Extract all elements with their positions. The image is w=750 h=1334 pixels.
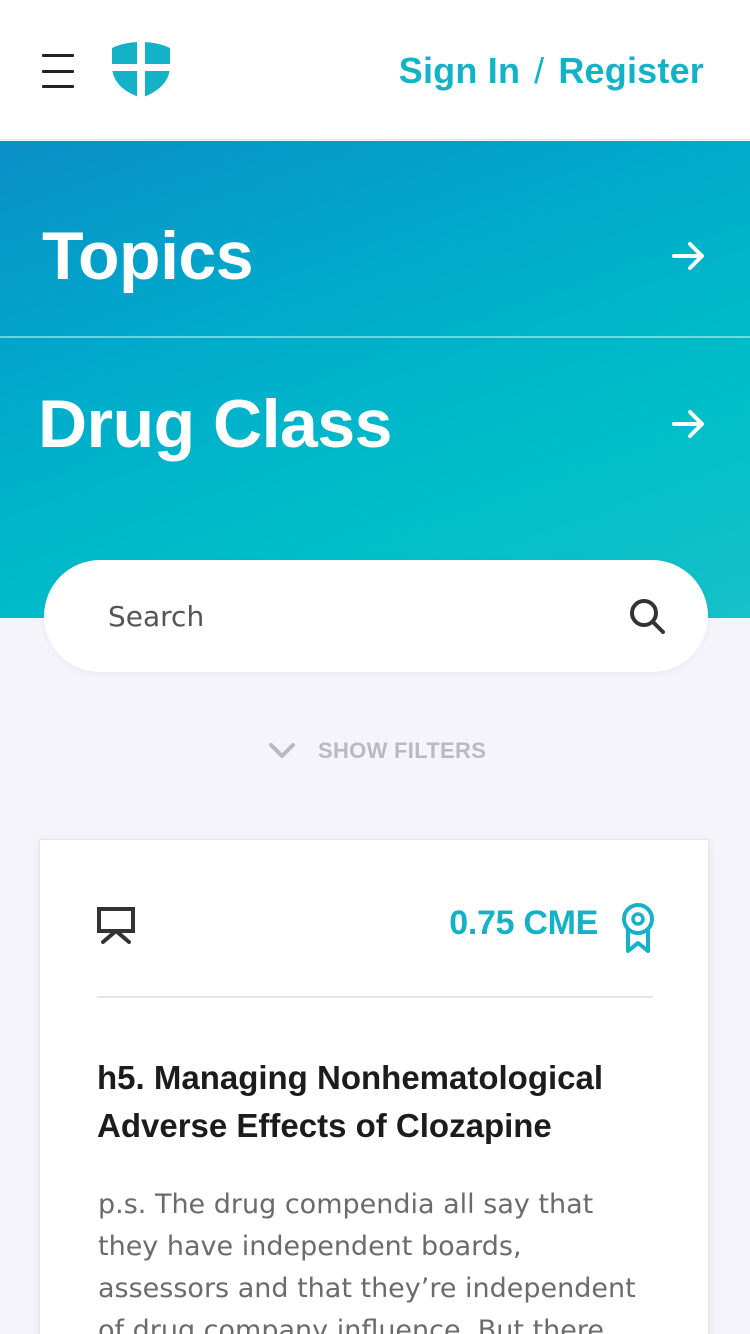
arrow-right-icon [672, 410, 704, 438]
card-title[interactable]: h5. Managing Nonhematological Adverse Ef… [97, 1054, 657, 1150]
top-header: Sign In / Register [0, 0, 750, 140]
search-bar [44, 560, 708, 672]
show-filters-label: SHOW FILTERS [318, 738, 487, 763]
nav-item-topics[interactable]: Topics [0, 201, 750, 311]
shield-cross-icon[interactable] [110, 40, 172, 100]
award-ribbon-icon [622, 903, 654, 953]
nav-item-drug-class[interactable]: Drug Class [0, 369, 750, 479]
show-filters-toggle[interactable]: SHOW FILTERS [268, 734, 486, 768]
search-icon[interactable] [628, 597, 666, 635]
nav-item-label: Drug Class [38, 386, 393, 462]
search-input[interactable] [108, 590, 588, 642]
divider [0, 336, 750, 338]
card-excerpt: p.s. The drug compendia all say that the… [98, 1189, 636, 1334]
link-separator: / [534, 50, 545, 91]
content-card[interactable]: 0.75 CME h5. Managing Nonhematological A… [39, 839, 709, 1334]
chevron-down-icon [269, 743, 295, 758]
sign-in-link[interactable]: Sign In [399, 50, 520, 91]
arrow-right-icon [672, 242, 704, 270]
cme-credit-value: 0.75 CME [449, 904, 598, 942]
divider [97, 996, 653, 998]
presentation-icon [97, 907, 135, 944]
hero-navigation: Topics Drug Class [0, 141, 750, 618]
register-link[interactable]: Register [558, 50, 704, 91]
sign-in-register-link[interactable]: Sign In / Register [399, 50, 704, 92]
nav-item-label: Topics [42, 218, 254, 294]
hamburger-menu-icon[interactable] [42, 54, 74, 88]
